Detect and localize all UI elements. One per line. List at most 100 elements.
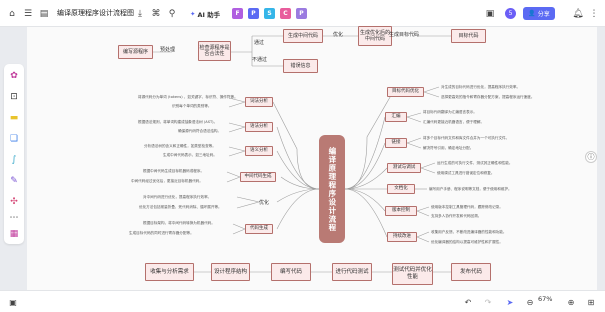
flow-check-node[interactable]: 检查源程序是否合法性 — [198, 41, 231, 61]
flow-gen-mid-node[interactable]: 生成中间代码 — [283, 29, 323, 43]
leaf-link-2: 解决符号引用，确定地址分配。 — [423, 146, 474, 150]
pass-label: 通过 — [254, 40, 265, 46]
process-step-6[interactable]: 发布代码 — [451, 263, 491, 281]
share-label: 分享 — [537, 11, 550, 18]
info-icon[interactable]: ⓘ — [585, 151, 597, 163]
leaf-improve-2: 优化编译器的结构以提高可维护性和扩展性。 — [431, 240, 503, 244]
briefcase-icon[interactable]: ▣ — [484, 8, 496, 20]
plugin-s-icon[interactable]: S — [264, 8, 275, 19]
flow-start-node[interactable]: 编写源程序 — [118, 45, 153, 59]
left-tool-palette: ✿ ⊡ ▬ ❏ ∫ ✎ ✣ ⋯ ▦ — [4, 64, 24, 244]
leaf-intermediate-1: 根据中间代码生成目标机器码或程序。 — [143, 169, 205, 173]
leaf-syntax-2: 确保源代码符合语法结构。 — [178, 129, 222, 133]
leaf-lexical-2: 识别每个单词的类别等。 — [172, 104, 212, 108]
whiteboard-canvas[interactable]: 编写源程序 预处理 检查源程序是否合法性 通过 不通过 生成中间代码 优化 生成… — [27, 26, 597, 290]
fail-label: 不通过 — [252, 57, 268, 63]
share-button[interactable]: 👤 分享 — [523, 7, 555, 20]
flow-target-node[interactable]: 目标代码 — [451, 29, 486, 43]
leaf-version-1: 使用版本控制工具管理代码，跟踪修改记录。 — [431, 205, 503, 209]
branch-link[interactable]: 链接 — [385, 138, 407, 148]
gen-target-label: 生成目标代码 — [389, 32, 420, 38]
ai-assistant-button[interactable]: ✦ AI 助手 — [190, 7, 220, 20]
branch-syntax[interactable]: 语法分析 — [245, 122, 273, 132]
top-toolbar: ⌂ ☰ ▤ 编译原理程序设计流程图 ⤓ ⌘ ⚲ ✦ AI 助手 F P S C P… — [0, 0, 605, 27]
ai-label: AI 助手 — [197, 10, 221, 19]
zoom-out-icon[interactable]: ⊖ — [524, 296, 536, 308]
document-icon: ▤ — [39, 9, 49, 19]
plugin-c-icon[interactable]: C — [280, 8, 291, 19]
flow-error-node[interactable]: 错误信息 — [283, 59, 318, 73]
branch-lexical[interactable]: 词法分析 — [245, 97, 273, 107]
user-add-icon: 👤 — [528, 10, 536, 17]
bell-icon[interactable]: 🔔︎ — [572, 8, 584, 20]
branch-assemble[interactable]: 汇编 — [385, 112, 407, 122]
process-step-1[interactable]: 收集与分析需求 — [145, 263, 194, 281]
branch-test-debug[interactable]: 测试与调试 — [387, 163, 421, 173]
ai-icon: ✦ — [190, 9, 196, 18]
branch-semantic[interactable]: 语义分析 — [245, 146, 273, 156]
leaf-link-1: 将多个目标代码文件和库文件合并为一个可执行文件。 — [423, 136, 510, 140]
central-topic[interactable]: 编译原理程序设计流程 — [319, 135, 345, 243]
pen-icon[interactable]: ✎ — [8, 175, 20, 187]
leaf-assemble-2: 汇编代码更接近机器语言，便于理解。 — [423, 120, 485, 124]
template-icon[interactable]: ▦ — [8, 228, 20, 240]
leaf-docs-1: 编写用户手册、程序说明等文档，便于使用和维护。 — [429, 187, 512, 191]
fit-screen-icon[interactable]: ⊞ — [585, 296, 597, 308]
search-icon[interactable]: ⚲ — [166, 8, 178, 20]
leaf-codegen-1: 根据目标架构，将中间代码转换为机器代码。 — [143, 221, 215, 225]
connector-icon[interactable]: ∫ — [8, 154, 20, 166]
leaf-lexical-1: 将源代码分为单词 (tokens) ，如关键字、标识符、操作符等。 — [138, 95, 238, 99]
plugin-p2-icon[interactable]: P — [296, 8, 307, 19]
shapes-icon[interactable]: ❏ — [8, 133, 20, 145]
menu-icon[interactable]: ☰ — [22, 8, 34, 20]
process-step-3[interactable]: 编写代码 — [271, 263, 311, 281]
process-step-5[interactable]: 测试代码并优化性能 — [392, 263, 433, 285]
leaf-optimize-2: 优化方法包括常量折叠、死代码消除、循环展开等。 — [139, 205, 222, 209]
branch-improve[interactable]: 持续改进 — [387, 232, 417, 242]
pointer-icon[interactable]: ➤ — [504, 296, 516, 308]
leaf-codegen-2: 生成目标代码的同时进行寄存器分配等。 — [129, 231, 194, 235]
leaf-target-opt-1: 对生成的目标代码进行优化，提高程序执行效率。 — [441, 85, 521, 89]
branch-target-opt[interactable]: 目标代码优化 — [387, 87, 424, 97]
redo-icon[interactable]: ↷ — [482, 296, 494, 308]
branch-codegen[interactable]: 代码生成 — [245, 224, 273, 234]
zoom-level[interactable]: 67% — [538, 295, 552, 303]
more-tools-icon[interactable]: ⋯ — [8, 212, 20, 224]
leaf-version-2: 支持多人协作开发和代码回溯。 — [431, 214, 482, 218]
minimap-icon[interactable]: ▣ — [7, 296, 19, 308]
bottom-toolbar: ▣ ↶ ↷ ➤ ⊖ 67% ⊕ ⊞ — [0, 290, 605, 312]
plugin-p-icon[interactable]: P — [248, 8, 259, 19]
leaf-syntax-1: 根据语法规则，将单词构建成抽象语法树 (AST)。 — [138, 120, 218, 124]
mindmap-icon[interactable]: ✣ — [8, 196, 20, 208]
branch-version[interactable]: 版本控制 — [385, 206, 417, 216]
process-step-4[interactable]: 进行代码测试 — [332, 263, 372, 281]
process-step-2[interactable]: 设计程序结构 — [211, 263, 250, 281]
optimize-label: 优化 — [333, 32, 344, 38]
theme-icon[interactable]: ✿ — [8, 70, 20, 82]
leaf-target-opt-2: 选择更高效的指令和寄存器分配方案，提高程序运行速度。 — [441, 95, 535, 99]
leaf-semantic-1: 分析语法树的含义和正确性，如类型检查等。 — [144, 144, 216, 148]
leaf-semantic-2: 生成中间代码表示，如三地址码。 — [163, 153, 217, 157]
flow-optimized-mid-node[interactable]: 生成优化后的中间代码 — [358, 26, 392, 46]
branch-optimize[interactable]: 优化 — [259, 199, 269, 206]
leaf-test-1: 运行生成的可执行文件，测试其正确性和性能。 — [437, 161, 513, 165]
tag-icon[interactable]: ⌘ — [150, 8, 162, 20]
leaf-assemble-1: 将目标代码翻译为汇编语言表示。 — [423, 110, 477, 114]
document-title[interactable]: 编译原理程序设计流程图 — [57, 8, 134, 18]
branch-intermediate[interactable]: 中间代码生成 — [240, 172, 276, 182]
leaf-improve-1: 收集用户反馈，不断改进编译器的性能和功能。 — [431, 230, 507, 234]
home-icon[interactable]: ⌂ — [6, 8, 18, 20]
avatar[interactable]: 5 — [505, 8, 516, 19]
branch-docs[interactable]: 文档化 — [387, 184, 415, 194]
download-icon[interactable]: ⤓ — [134, 8, 146, 20]
plugin-f-icon[interactable]: F — [232, 8, 243, 19]
leaf-optimize-1: 对中间代码进行优化，提高程序执行效率。 — [143, 195, 212, 199]
frame-icon[interactable]: ⊡ — [8, 91, 20, 103]
zoom-in-icon[interactable]: ⊕ — [565, 296, 577, 308]
undo-icon[interactable]: ↶ — [462, 296, 474, 308]
leaf-intermediate-2: 中间代码经过优化后，更接近目标机器代码。 — [131, 179, 203, 183]
sticky-note-icon[interactable]: ▬ — [8, 112, 20, 124]
more-icon[interactable]: ⋮ — [588, 8, 600, 20]
pre-analysis-label: 预处理 — [160, 47, 176, 53]
leaf-test-2: 使用调试工具进行错误定位和修复。 — [437, 171, 495, 175]
